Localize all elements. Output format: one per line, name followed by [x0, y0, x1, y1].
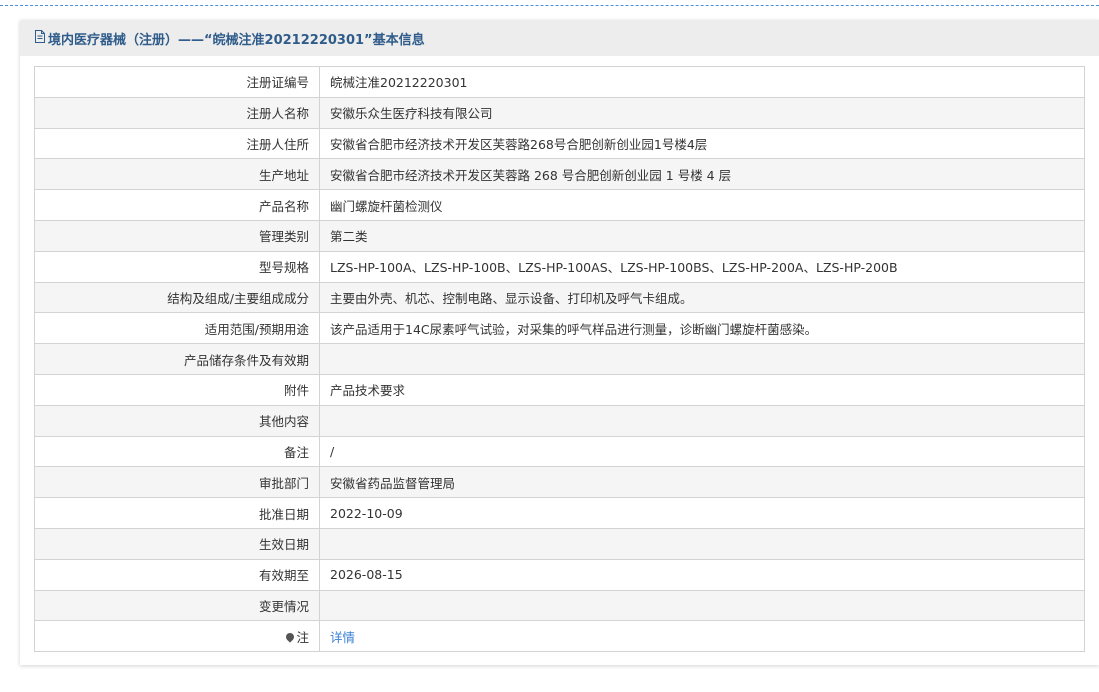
row-label: 其他内容	[34, 404, 320, 437]
table-row: 管理类别 第二类	[34, 219, 1085, 252]
row-label: 生产地址	[34, 158, 320, 191]
row-label: 批准日期	[34, 497, 320, 529]
document-icon	[34, 29, 46, 47]
table-row: 生效日期	[34, 527, 1085, 560]
row-label-text: 附件	[283, 383, 309, 399]
table-row: 审批部门 安徽省药品监督管理局	[34, 466, 1085, 499]
table-row: 变更情况	[34, 589, 1085, 622]
row-label: 产品储存条件及有效期	[34, 343, 320, 375]
row-label: 备注	[34, 435, 320, 468]
row-label: 适用范围/预期用途	[34, 312, 320, 345]
pin-icon	[284, 631, 297, 643]
row-label-text: 管理类别	[258, 229, 309, 245]
row-value	[319, 589, 1085, 622]
table-row: 适用范围/预期用途 该产品适用于14C尿素呼气试验，对采集的呼气样品进行测量，诊断…	[34, 312, 1085, 345]
row-label-text: 型号规格	[258, 260, 309, 276]
row-label-text: 结构及组成/主要组成成分	[167, 290, 309, 306]
details-link[interactable]: 详情	[330, 630, 355, 645]
row-value-text: /	[330, 443, 335, 459]
row-label: 注册人住所	[34, 127, 320, 160]
row-value-text: 该产品适用于14C尿素呼气试验，对采集的呼气样品进行测量，诊断幽门螺旋杆菌感染。	[330, 321, 818, 337]
panel-title: 境内医疗器械（注册）——“皖械注准20212220301”基本信息	[48, 32, 425, 48]
row-value-text: 2026-08-15	[330, 567, 403, 583]
row-value-text: 主要由外壳、机芯、控制电路、显示设备、打印机及呼气卡组成。	[330, 290, 693, 306]
row-value: 第二类	[319, 219, 1085, 252]
row-value-text: LZS-HP-100A、LZS-HP-100B、LZS-HP-100AS、LZS…	[330, 260, 898, 276]
row-value: 该产品适用于14C尿素呼气试验，对采集的呼气样品进行测量，诊断幽门螺旋杆菌感染。	[319, 312, 1085, 345]
row-label: 审批部门	[34, 466, 320, 499]
row-label-text: 变更情况	[258, 598, 309, 614]
panel-header: 境内医疗器械（注册）——“皖械注准20212220301”基本信息	[20, 20, 1099, 56]
row-label: 型号规格	[34, 250, 320, 283]
row-label: 注	[34, 620, 320, 653]
row-label: 有效期至	[34, 558, 320, 591]
row-value: 皖械注准20212220301	[319, 66, 1085, 98]
row-value-text: 第二类	[330, 229, 368, 245]
row-label: 注册证编号	[34, 66, 320, 98]
row-value-text: 安徽省药品监督管理局	[330, 475, 456, 491]
table-row: 注册人名称 安徽乐众生医疗科技有限公司	[34, 96, 1085, 129]
row-value	[319, 404, 1085, 437]
row-label-text: 注	[296, 629, 309, 645]
row-label-text: 注册人名称	[246, 106, 309, 122]
row-label: 附件	[34, 373, 320, 406]
row-value-text: 幽门螺旋杆菌检测仪	[330, 198, 443, 214]
row-label: 注册人名称	[34, 96, 320, 129]
row-label: 变更情况	[34, 589, 320, 622]
table-row: 结构及组成/主要组成成分 主要由外壳、机芯、控制电路、显示设备、打印机及呼气卡组成…	[34, 281, 1085, 314]
table-row: 备注 /	[34, 435, 1085, 468]
table-row: 批准日期 2022-10-09	[34, 497, 1085, 529]
row-label-text: 适用范围/预期用途	[204, 321, 309, 337]
row-label: 生效日期	[34, 527, 320, 560]
row-value: 安徽乐众生医疗科技有限公司	[319, 96, 1085, 129]
table-row: 注册人住所 安徽省合肥市经济技术开发区芙蓉路268号合肥创新创业园1号楼4层	[34, 127, 1085, 160]
row-label-text: 备注	[283, 444, 309, 460]
row-label-text: 批准日期	[258, 506, 309, 522]
table-row: 其他内容	[34, 404, 1085, 437]
row-value: 2026-08-15	[319, 558, 1085, 591]
row-value-text: 皖械注准20212220301	[330, 75, 468, 91]
row-label: 结构及组成/主要组成成分	[34, 281, 320, 314]
row-value: /	[319, 435, 1085, 468]
row-value-text: 安徽乐众生医疗科技有限公司	[330, 106, 493, 122]
row-value: 安徽省药品监督管理局	[319, 466, 1085, 499]
row-label-text: 生产地址	[258, 167, 309, 183]
row-value-text: 安徽省合肥市经济技术开发区芙蓉路 268 号合肥创新创业园 1 号楼 4 层	[330, 167, 732, 183]
row-label: 管理类别	[34, 219, 320, 252]
table-row: 注册证编号 皖械注准20212220301	[34, 66, 1085, 98]
row-value: 产品技术要求	[319, 373, 1085, 406]
row-value: LZS-HP-100A、LZS-HP-100B、LZS-HP-100AS、LZS…	[319, 250, 1085, 283]
info-panel: 境内医疗器械（注册）——“皖械注准20212220301”基本信息 注册证编号 皖…	[20, 20, 1099, 665]
row-value: 安徽省合肥市经济技术开发区芙蓉路 268 号合肥创新创业园 1 号楼 4 层	[319, 158, 1085, 191]
row-label-text: 生效日期	[258, 537, 309, 553]
info-table: 注册证编号 皖械注准20212220301 注册人名称 安徽乐众生医疗科技有限公司 注册…	[34, 66, 1085, 653]
row-label-text: 注册证编号	[246, 75, 309, 91]
row-label-text: 其他内容	[258, 414, 309, 430]
row-label: 产品名称	[34, 189, 320, 221]
row-label-text: 产品名称	[258, 198, 309, 214]
row-value: 幽门螺旋杆菌检测仪	[319, 189, 1085, 221]
row-value	[319, 343, 1085, 375]
table-row: 型号规格 LZS-HP-100A、LZS-HP-100B、LZS-HP-100AS…	[34, 250, 1085, 283]
row-value-text: 产品技术要求	[330, 383, 406, 399]
row-label-text: 审批部门	[258, 475, 309, 491]
table-row: 附件 产品技术要求	[34, 373, 1085, 406]
row-label-text: 产品储存条件及有效期	[183, 352, 309, 368]
row-label-text: 注册人住所	[246, 136, 309, 152]
top-divider	[0, 5, 1099, 6]
table-row: 产品名称 幽门螺旋杆菌检测仪	[34, 189, 1085, 221]
table-row: 产品储存条件及有效期	[34, 343, 1085, 375]
table-row: 有效期至 2026-08-15	[34, 558, 1085, 591]
row-value	[319, 527, 1085, 560]
row-value-text: 安徽省合肥市经济技术开发区芙蓉路268号合肥创新创业园1号楼4层	[330, 136, 708, 152]
table-row: 注 详情	[34, 620, 1085, 653]
row-value: 安徽省合肥市经济技术开发区芙蓉路268号合肥创新创业园1号楼4层	[319, 127, 1085, 160]
row-value: 主要由外壳、机芯、控制电路、显示设备、打印机及呼气卡组成。	[319, 281, 1085, 314]
row-value: 详情	[319, 620, 1085, 653]
row-value-text: 2022-10-09	[330, 505, 403, 521]
row-value: 2022-10-09	[319, 497, 1085, 529]
row-label-text: 有效期至	[258, 568, 309, 584]
table-row: 生产地址 安徽省合肥市经济技术开发区芙蓉路 268 号合肥创新创业园 1 号楼 4…	[34, 158, 1085, 191]
